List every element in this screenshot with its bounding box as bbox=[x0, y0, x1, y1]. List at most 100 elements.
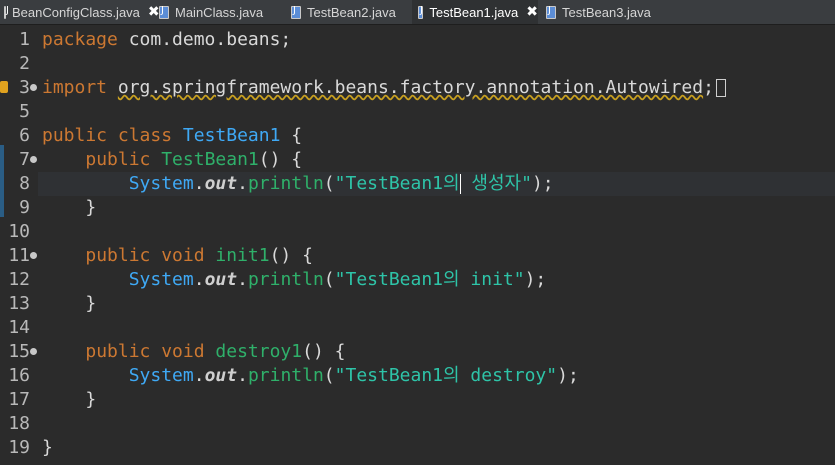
code-text: public void destroy1() { bbox=[42, 340, 345, 364]
keyword: package bbox=[42, 29, 118, 50]
tab-testbean2[interactable]: TestBean2.java bbox=[285, 0, 409, 24]
line-number: 2 bbox=[19, 53, 30, 74]
dot: . bbox=[193, 173, 205, 194]
collapse-fold-icon[interactable] bbox=[30, 156, 37, 163]
method-name: init1 bbox=[215, 245, 270, 266]
code-text: System.out.println("TestBean1의 init"); bbox=[42, 268, 547, 292]
method-name: destroy1 bbox=[215, 341, 303, 362]
paren: ); bbox=[531, 173, 554, 194]
code-line-current: 8 System.out.println("TestBean1의 생성자"); bbox=[0, 172, 835, 196]
code-line: 14 bbox=[0, 316, 835, 340]
code-text: } bbox=[42, 437, 53, 458]
code-editor[interactable]: 1 package com.demo.beans; 2 3 import org… bbox=[0, 25, 835, 465]
expand-fold-icon[interactable] bbox=[30, 84, 37, 91]
tab-label: TestBean1.java bbox=[429, 4, 519, 20]
code-line: 6 public class TestBean1 { bbox=[0, 124, 835, 148]
string-literal: "TestBean1의 destroy" bbox=[334, 365, 558, 386]
method-call: println bbox=[247, 173, 324, 194]
paren: ( bbox=[323, 173, 335, 194]
punctuation: () { bbox=[302, 341, 346, 362]
code-text: public TestBean1() { bbox=[42, 148, 302, 172]
code-text: } bbox=[42, 389, 97, 410]
string-literal: "TestBean1의 bbox=[334, 173, 460, 194]
code-text: public void init1() { bbox=[42, 244, 313, 268]
line-number: 5 bbox=[19, 101, 30, 122]
line-number: 18 bbox=[8, 413, 30, 434]
code-line: 13 } bbox=[0, 292, 835, 316]
line-number: 11 bbox=[8, 245, 30, 266]
class-ref: System bbox=[128, 173, 194, 194]
line-number: 19 bbox=[8, 437, 30, 458]
punctuation: { bbox=[280, 125, 303, 146]
java-file-icon bbox=[291, 5, 301, 19]
code-line: 15 public void destroy1() { bbox=[0, 340, 835, 364]
tab-label: TestBean3.java bbox=[562, 4, 651, 20]
code-line: 5 bbox=[0, 100, 835, 124]
import-path: org.springframework.beans.factory.annota… bbox=[117, 77, 704, 98]
keyword: import bbox=[42, 77, 108, 98]
line-number: 14 bbox=[8, 317, 30, 338]
code-line: 1 package com.demo.beans; bbox=[0, 28, 835, 52]
static-field: out bbox=[204, 365, 238, 386]
tab-testbean3[interactable]: TestBean3.java bbox=[540, 0, 670, 24]
paren: ); bbox=[557, 365, 579, 386]
method-call: println bbox=[247, 269, 324, 290]
dot: . bbox=[237, 269, 248, 290]
paren: ( bbox=[323, 365, 335, 386]
code-line: 3 import org.springframework.beans.facto… bbox=[0, 76, 835, 100]
line-number: 12 bbox=[8, 269, 30, 290]
line-number: 7 bbox=[19, 149, 30, 170]
punctuation: () { bbox=[269, 245, 313, 266]
tab-label: BeanConfigClass.java bbox=[12, 4, 140, 20]
string-literal: "TestBean1의 init" bbox=[334, 269, 525, 290]
class-name: TestBean1 bbox=[182, 125, 281, 146]
collapse-fold-icon[interactable] bbox=[30, 252, 37, 259]
dot: . bbox=[237, 365, 248, 386]
dot: . bbox=[193, 269, 205, 290]
static-field: out bbox=[204, 269, 238, 290]
tab-testbean1[interactable]: TestBean1.java ✖ bbox=[412, 0, 538, 24]
tab-mainclass[interactable]: MainClass.java bbox=[155, 0, 283, 24]
java-file-icon bbox=[418, 5, 424, 19]
code-line: 9 } bbox=[0, 196, 835, 220]
close-icon[interactable]: ✖ bbox=[526, 4, 538, 20]
code-text: System.out.println("TestBean1의 생성자"); bbox=[42, 172, 554, 196]
class-ref: System bbox=[128, 365, 194, 386]
line-number: 17 bbox=[8, 389, 30, 410]
static-field: out bbox=[204, 173, 238, 194]
line-number: 6 bbox=[19, 125, 30, 146]
class-ref: System bbox=[128, 269, 194, 290]
code-line: 17 } bbox=[0, 388, 835, 412]
code-line: 7 public TestBean1() { bbox=[0, 148, 835, 172]
string-literal: 생성자" bbox=[460, 173, 532, 194]
code-text: } bbox=[42, 197, 97, 218]
code-line: 11 public void init1() { bbox=[0, 244, 835, 268]
line-number: 10 bbox=[8, 221, 30, 242]
collapse-fold-icon[interactable] bbox=[30, 348, 37, 355]
code-line: 10 bbox=[0, 220, 835, 244]
constructor-name: TestBean1 bbox=[161, 149, 259, 170]
code-line: 19 } bbox=[0, 436, 835, 460]
tab-beanconfigclass[interactable]: BeanConfigClass.java ✖ bbox=[0, 0, 160, 24]
line-number: 13 bbox=[8, 293, 30, 314]
code-text: package com.demo.beans; bbox=[42, 28, 291, 52]
method-call: println bbox=[247, 365, 324, 386]
line-number: 9 bbox=[19, 197, 30, 218]
code-line: 16 System.out.println("TestBean1의 destro… bbox=[0, 364, 835, 388]
line-number: 3 bbox=[19, 77, 30, 98]
paren: ); bbox=[524, 269, 547, 290]
line-number: 16 bbox=[8, 365, 30, 386]
punctuation: () { bbox=[258, 149, 303, 170]
keyword: public void bbox=[85, 245, 216, 266]
java-file-icon bbox=[4, 5, 9, 19]
java-file-icon bbox=[546, 5, 556, 19]
line-number: 1 bbox=[19, 29, 30, 50]
keyword: public bbox=[85, 149, 162, 170]
line-number: 8 bbox=[19, 173, 30, 194]
